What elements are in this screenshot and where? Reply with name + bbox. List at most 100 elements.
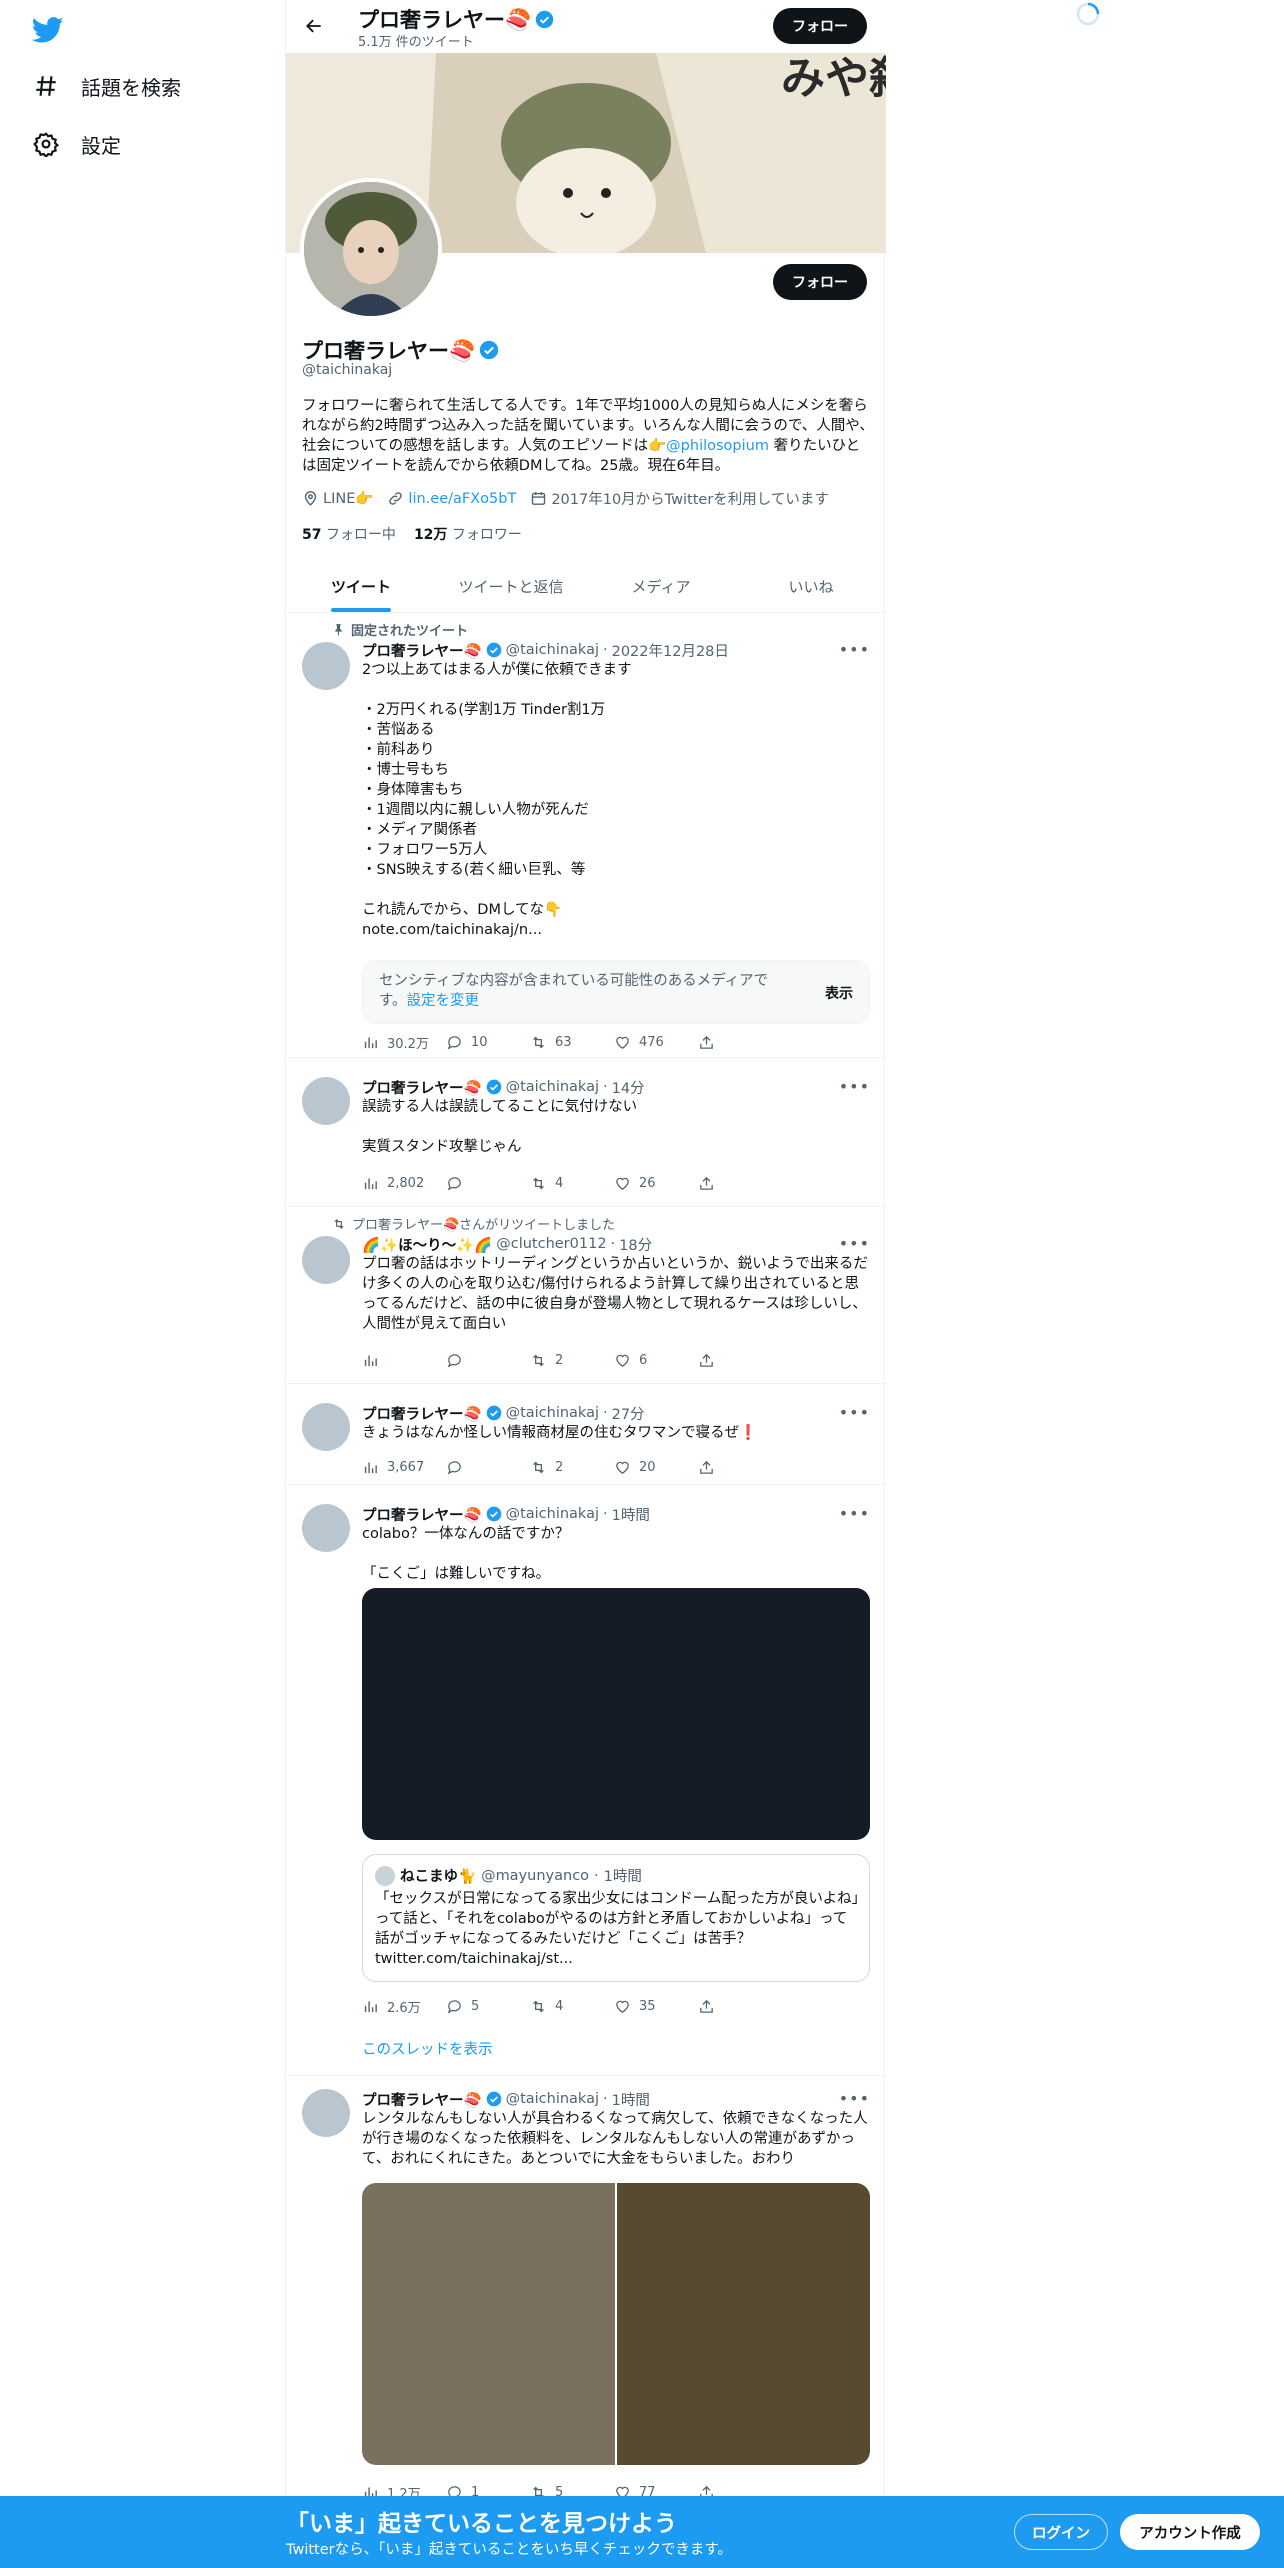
retweet-action[interactable]: 4 xyxy=(530,1996,614,2016)
change-settings-link[interactable]: 設定を変更 xyxy=(407,993,480,1009)
reply-action[interactable]: 10 xyxy=(446,1032,530,1052)
heart-icon xyxy=(616,1354,629,1367)
profile-follow-button[interactable]: フォロー xyxy=(773,264,867,300)
tab-likes[interactable]: いいね xyxy=(736,560,886,612)
like-action[interactable]: 35 xyxy=(614,1996,698,2016)
profile-link[interactable]: lin.ee/aFXo5bT xyxy=(387,490,516,507)
author-handle[interactable]: @taichinakaj xyxy=(506,1079,599,1095)
retweet-context-text[interactable]: プロ奢ラレヤー🍣さんがリツイートしました xyxy=(352,1214,615,1233)
share-action[interactable] xyxy=(698,1173,782,1193)
tweet[interactable]: プロ奢ラレヤー🍣 @taichinakaj · 14分 ••• 誤読する人は誤読… xyxy=(286,1059,886,1207)
following-link[interactable]: 57 フォロー中 xyxy=(302,524,396,544)
tweet-text: プロ奢の話はホットリーディングというか占いというか、鋭いようで出来るだけ多くの人… xyxy=(362,1256,868,1332)
tweet-time[interactable]: 27分 xyxy=(612,1403,645,1424)
author-name[interactable]: プロ奢ラレヤー🍣 xyxy=(362,640,482,661)
login-button[interactable]: ログイン xyxy=(1014,2514,1108,2550)
share-action[interactable] xyxy=(698,1350,782,1370)
signup-button[interactable]: アカウント作成 xyxy=(1120,2514,1260,2550)
tweet-video[interactable] xyxy=(362,1588,870,1840)
author-name[interactable]: プロ奢ラレヤー🍣 xyxy=(362,1077,482,1098)
tweet[interactable]: プロ奢ラレヤー🍣 @taichinakaj · 27分 ••• きょうはなんか怪… xyxy=(286,1385,886,1485)
profile-link-text[interactable]: lin.ee/aFXo5bT xyxy=(408,491,516,507)
followers-link[interactable]: 12万 フォロワー xyxy=(414,524,522,544)
more-options-icon[interactable]: ••• xyxy=(839,640,870,659)
tab-tweets-replies[interactable]: ツイートと返信 xyxy=(436,560,586,612)
reply-action[interactable]: 5 xyxy=(446,1996,530,2016)
show-thread-link[interactable]: このスレッドを表示 xyxy=(362,2038,493,2059)
tweet-time[interactable]: 18分 xyxy=(619,1234,652,1255)
tweet-time[interactable]: 1時間 xyxy=(612,1504,650,1525)
followers-label: フォロワー xyxy=(451,527,522,543)
calendar-icon xyxy=(530,490,547,507)
retweet-action[interactable]: 2 xyxy=(530,1350,614,1370)
views-action[interactable]: 2.6万 xyxy=(362,1996,446,2016)
tweet-text: レンタルなんもしない人が具合わるくなって病欠して、依頼できなくなった人が行き場の… xyxy=(362,2111,868,2167)
tweet[interactable]: プロ奢ラレヤー🍣 @taichinakaj · 1時間 ••• colabo？一… xyxy=(286,1486,886,2076)
retweet-action[interactable]: 4 xyxy=(530,1173,614,1193)
reply-action[interactable] xyxy=(446,1350,530,1370)
author-handle[interactable]: @taichinakaj xyxy=(506,1506,599,1522)
avatar[interactable] xyxy=(302,1236,350,1284)
tweet[interactable]: 固定されたツイート プロ奢ラレヤー🍣 @taichinakaj · 2022年1… xyxy=(286,614,886,1058)
header-follow-button[interactable]: フォロー xyxy=(773,8,867,44)
pin-icon xyxy=(332,623,345,636)
views-count: 3,667 xyxy=(387,1459,425,1475)
avatar[interactable] xyxy=(302,2089,350,2137)
tweet-time[interactable]: 1時間 xyxy=(612,2089,650,2110)
views-action[interactable]: 30.2万 xyxy=(362,1032,446,1052)
tweet-image-1[interactable] xyxy=(362,2183,615,2465)
show-media-button[interactable]: 表示 xyxy=(825,983,853,1003)
author-handle[interactable]: @taichinakaj xyxy=(506,642,599,658)
author-handle[interactable]: @taichinakaj xyxy=(506,2091,599,2107)
author-name[interactable]: プロ奢ラレヤー🍣 xyxy=(362,1504,482,1525)
author-name[interactable]: プロ奢ラレヤー🍣 xyxy=(362,2089,482,2110)
tweet-image-2[interactable] xyxy=(617,2183,870,2465)
nav-settings[interactable]: 設定 xyxy=(33,124,121,164)
twitter-logo-icon[interactable] xyxy=(32,14,64,46)
bio-mention-link[interactable]: @philosopium xyxy=(666,438,769,454)
quote-link[interactable]: twitter.com/taichinakaj/st... xyxy=(375,1951,573,1967)
author-name[interactable]: プロ奢ラレヤー🍣 xyxy=(362,1403,482,1424)
share-action[interactable] xyxy=(698,1032,782,1052)
tweet-time[interactable]: 2022年12月28日 xyxy=(612,640,729,661)
more-options-icon[interactable]: ••• xyxy=(839,1077,870,1096)
like-action[interactable]: 476 xyxy=(614,1032,698,1052)
retweet-count: 4 xyxy=(555,1175,564,1191)
views-action[interactable] xyxy=(362,1350,446,1370)
tweet-link[interactable]: note.com/taichinakaj/n... xyxy=(362,920,870,940)
author-name[interactable]: 🌈✨ほ～り～✨🌈 xyxy=(362,1234,492,1255)
more-options-icon[interactable]: ••• xyxy=(839,1403,870,1422)
tab-tweets[interactable]: ツイート xyxy=(286,560,436,612)
like-action[interactable]: 20 xyxy=(614,1457,698,1477)
like-action[interactable]: 6 xyxy=(614,1350,698,1370)
tweet[interactable]: プロ奢ラレヤー🍣 @taichinakaj · 1時間 ••• レンタルなんもし… xyxy=(286,2077,886,2568)
more-options-icon[interactable]: ••• xyxy=(839,1234,870,1253)
quoted-tweet[interactable]: ねこまゆ🐈 @mayunyanco · 1時間 「セックスが日常になってる家出少… xyxy=(362,1854,870,1982)
tweet-time[interactable]: 14分 xyxy=(612,1077,645,1098)
avatar[interactable] xyxy=(302,1077,350,1125)
reply-action[interactable] xyxy=(446,1173,530,1193)
views-action[interactable]: 2,802 xyxy=(362,1173,446,1193)
views-count: 2.6万 xyxy=(387,2000,421,2016)
author-handle[interactable]: @clutcher0112 xyxy=(496,1236,606,1252)
header-name: プロ奢ラレヤー🍣 xyxy=(358,4,554,34)
more-options-icon[interactable]: ••• xyxy=(839,1504,870,1523)
avatar[interactable] xyxy=(302,1504,350,1552)
views-action[interactable]: 3,667 xyxy=(362,1457,446,1477)
retweet-action[interactable]: 2 xyxy=(530,1457,614,1477)
profile-avatar[interactable] xyxy=(300,178,442,320)
like-action[interactable]: 26 xyxy=(614,1173,698,1193)
tweet[interactable]: プロ奢ラレヤー🍣さんがリツイートしました 🌈✨ほ～り～✨🌈 @clutcher0… xyxy=(286,1208,886,1384)
tab-media[interactable]: メディア xyxy=(586,560,736,612)
nav-explore[interactable]: 話題を検索 xyxy=(33,66,181,106)
retweet-action[interactable]: 63 xyxy=(530,1032,614,1052)
more-options-icon[interactable]: ••• xyxy=(839,2089,870,2108)
main-column: プロ奢ラレヤー🍣 5.1万 件のツイート フォロー みや殺しや xyxy=(285,0,886,2568)
share-action[interactable] xyxy=(698,1457,782,1477)
avatar[interactable] xyxy=(302,642,350,690)
share-action[interactable] xyxy=(698,1996,782,2016)
reply-action[interactable] xyxy=(446,1457,530,1477)
back-arrow-icon[interactable] xyxy=(300,12,328,40)
avatar[interactable] xyxy=(302,1403,350,1451)
author-handle[interactable]: @taichinakaj xyxy=(506,1405,599,1421)
